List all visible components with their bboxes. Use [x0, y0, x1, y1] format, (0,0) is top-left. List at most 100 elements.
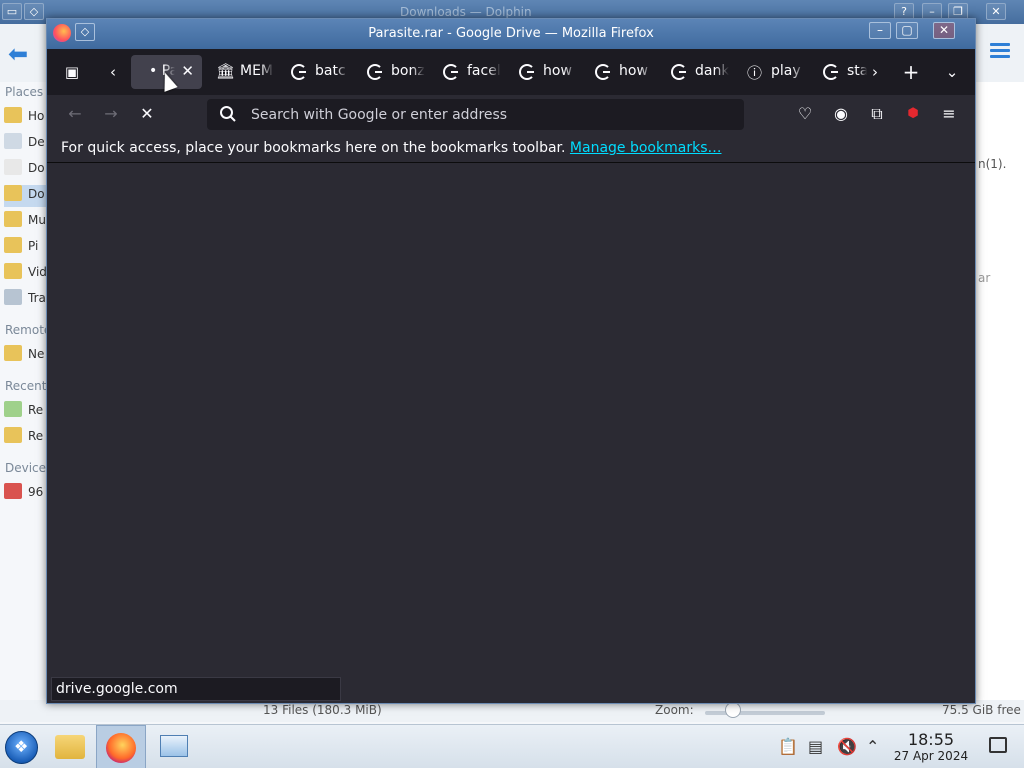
firefox-view-icon[interactable]: ▣ — [59, 59, 85, 85]
place-label: Do — [28, 187, 45, 201]
place-item-recent-files[interactable]: Re — [4, 401, 50, 423]
tab[interactable]: batc — [291, 55, 357, 89]
tab[interactable]: ⓘ play — [747, 55, 813, 89]
info-icon: ⓘ — [747, 64, 763, 82]
firefox-window: ◇ Parasite.rar - Google Drive — Mozilla … — [46, 18, 976, 704]
firefox-titlebar: ◇ Parasite.rar - Google Drive — Mozilla … — [47, 19, 975, 49]
google-icon — [443, 64, 459, 80]
home-folder-icon — [4, 107, 22, 123]
google-icon — [823, 64, 839, 80]
maximize-button[interactable]: ▢ — [896, 22, 918, 39]
google-icon — [291, 64, 307, 80]
place-item-device[interactable]: 96 — [4, 483, 50, 505]
page-content[interactable] — [47, 164, 975, 703]
list-all-tabs-icon[interactable]: ⌄ — [939, 59, 965, 85]
trash-icon — [4, 289, 22, 305]
expand-tray-icon[interactable]: ⌃ — [866, 737, 879, 756]
free-space: 75.5 GiB free — [942, 703, 1021, 717]
taskbar: 📋 ▤ 🔇 ⌃ 18:55 27 Apr 2024 — [0, 724, 1024, 768]
tab[interactable]: bonz — [367, 55, 433, 89]
url-input[interactable] — [251, 105, 731, 125]
forward-button[interactable]: → — [98, 101, 124, 127]
tab-label: how — [619, 63, 648, 79]
dolphin-app-icon: ▭ — [2, 3, 22, 20]
close-window-button[interactable]: ✕ — [933, 22, 955, 39]
manage-bookmarks-link[interactable]: Manage bookmarks… — [570, 140, 722, 156]
stop-loading-button[interactable]: ✕ — [134, 101, 160, 127]
tab-label: MEM — [240, 63, 274, 79]
recent-heading: Recent — [5, 379, 47, 393]
new-tab-button[interactable]: + — [898, 59, 924, 85]
tab[interactable]: dank — [671, 55, 737, 89]
tab-label: dank — [695, 63, 729, 79]
place-label: Tra — [28, 291, 46, 305]
place-item-pictures[interactable]: Pi — [4, 237, 50, 259]
back-button[interactable]: ← — [62, 101, 88, 127]
file-name-fragment[interactable]: ar — [978, 271, 990, 285]
extensions-icon[interactable]: ⧉ — [864, 101, 890, 127]
videos-folder-icon — [4, 263, 22, 279]
minimize-button[interactable]: – — [869, 22, 891, 39]
ublock-origin-icon[interactable]: ⬢ — [900, 101, 926, 127]
museum-icon: 🏛 — [216, 62, 236, 80]
place-item-downloads[interactable]: Do — [4, 185, 50, 207]
bookmarks-toolbar: For quick access, place your bookmarks h… — [47, 133, 975, 163]
place-item-music[interactable]: Mu — [4, 211, 50, 233]
tab[interactable]: how — [595, 55, 661, 89]
place-label: Ne — [28, 347, 45, 361]
dolphin-close-button[interactable]: ✕ — [986, 3, 1006, 20]
tab[interactable]: how — [519, 55, 585, 89]
close-tab-icon[interactable]: ✕ — [181, 62, 194, 80]
zoom-label: Zoom: — [655, 703, 694, 717]
dolphin-title: Downloads — Dolphin — [400, 5, 532, 19]
pocket-icon[interactable]: ♡ — [792, 101, 818, 127]
google-icon — [367, 64, 383, 80]
bookmarks-message: For quick access, place your bookmarks h… — [61, 140, 721, 156]
show-desktop-icon[interactable] — [989, 737, 1007, 753]
desktop-icon — [4, 133, 22, 149]
place-item-network[interactable]: Ne — [4, 345, 50, 367]
place-label: 96 — [28, 485, 44, 499]
task-system-settings[interactable] — [148, 725, 198, 768]
tab[interactable]: facel — [443, 55, 509, 89]
google-icon — [519, 64, 535, 80]
clock[interactable]: 18:55 27 Apr 2024 — [893, 731, 969, 764]
place-item-videos[interactable]: Vid — [4, 263, 50, 285]
place-item-documents[interactable]: Do — [4, 159, 50, 181]
scroll-tabs-right-icon[interactable]: › — [862, 59, 888, 85]
clipboard-icon[interactable]: 📋 — [778, 737, 798, 756]
recent-files-icon — [4, 401, 22, 417]
volume-muted-icon[interactable]: 🔇 — [837, 737, 857, 756]
start-menu-button[interactable] — [5, 731, 38, 764]
task-dolphin[interactable] — [45, 725, 95, 768]
place-label: De — [28, 135, 45, 149]
notes-icon[interactable]: ▤ — [808, 737, 823, 756]
scroll-tabs-left-icon[interactable]: ‹ — [100, 59, 126, 85]
navigation-toolbar: ← → ✕ ♡ ◉ ⧉ ⬢ ≡ — [47, 95, 975, 133]
file-count: 13 Files (180.3 MiB) — [263, 703, 382, 717]
dolphin-back-icon[interactable]: ⬅ — [8, 40, 28, 68]
documents-icon — [4, 159, 22, 175]
address-bar[interactable] — [207, 99, 744, 130]
place-item-desktop[interactable]: De — [4, 133, 50, 155]
file-name-fragment[interactable]: n(1). — [978, 157, 1006, 171]
place-label: Ho — [28, 109, 45, 123]
place-item-recent-locations[interactable]: Re — [4, 427, 50, 449]
drive-icon — [4, 483, 22, 499]
dolphin-pin-icon[interactable]: ◇ — [24, 3, 44, 20]
place-item-trash[interactable]: Tra — [4, 289, 50, 311]
task-firefox[interactable] — [96, 725, 146, 768]
tab[interactable]: 🏛 MEM — [216, 55, 282, 89]
dolphin-hamburger-menu-icon[interactable] — [990, 43, 1010, 61]
place-item-home[interactable]: Ho — [4, 107, 50, 129]
place-label: Vid — [28, 265, 47, 279]
place-label: Pi — [28, 239, 39, 253]
computer-icon — [160, 735, 188, 757]
place-label: Re — [28, 403, 44, 417]
zoom-slider[interactable] — [705, 711, 825, 715]
zoom-slider-handle[interactable] — [725, 702, 741, 718]
tab-label: bonz — [391, 63, 425, 79]
app-menu-icon[interactable]: ≡ — [936, 101, 962, 127]
search-icon — [220, 106, 236, 122]
account-icon[interactable]: ◉ — [828, 101, 854, 127]
